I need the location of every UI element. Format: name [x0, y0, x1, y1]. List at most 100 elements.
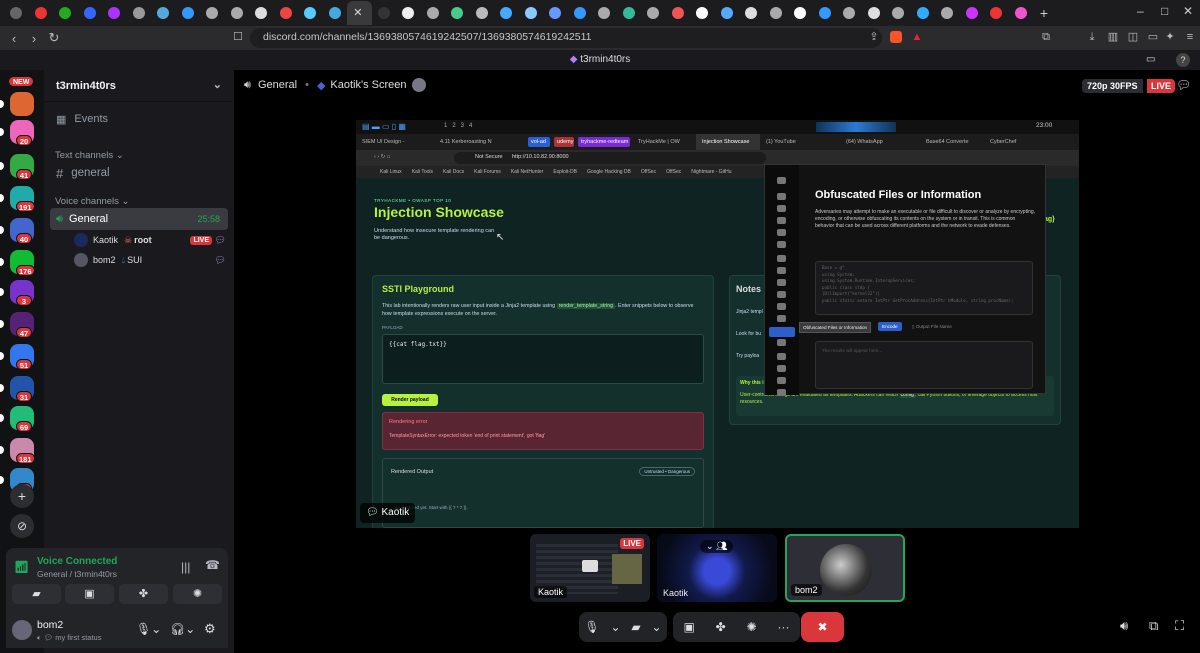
browser-tab[interactable] — [225, 2, 250, 24]
browser-tab[interactable] — [592, 2, 617, 24]
noise-suppression-icon[interactable]: ||| — [181, 560, 190, 574]
browser-tab[interactable] — [1009, 2, 1034, 24]
browser-tab[interactable] — [396, 2, 421, 24]
browser-tab[interactable] — [298, 2, 323, 24]
screen-share-icon[interactable]: ▣ — [683, 620, 694, 634]
browser-tab[interactable] — [421, 2, 446, 24]
browser-tab[interactable] — [739, 2, 764, 24]
activities-icon[interactable]: ✤ — [716, 620, 726, 634]
browser-tab[interactable] — [862, 2, 887, 24]
category-text-channels[interactable]: Text channels ⌄ — [55, 150, 124, 161]
maximize-button[interactable]: □ — [1161, 4, 1168, 18]
headset-icon[interactable]: 🎧︎⌄ — [170, 622, 195, 636]
forward-icon[interactable]: › — [24, 31, 44, 46]
brave-rewards-icon[interactable]: ▲ — [911, 31, 923, 43]
render-payload-button[interactable]: Render payload — [382, 394, 438, 406]
popup-nav-icon[interactable] — [777, 315, 786, 322]
camera-off-button[interactable]: ▰ — [12, 584, 61, 604]
browser-tab[interactable] — [764, 2, 789, 24]
chat-icon[interactable]: 💬︎ — [215, 255, 226, 266]
settings-icon[interactable]: ⚙ — [204, 621, 216, 637]
soundboard-icon[interactable]: ✺ — [747, 620, 757, 634]
browser-tab[interactable] — [323, 2, 348, 24]
share-screen-button[interactable]: ▣ — [65, 584, 114, 604]
channel-general[interactable]: # general — [50, 162, 228, 184]
camera-off-icon[interactable]: ▰ — [631, 620, 640, 634]
browser-tab[interactable] — [176, 2, 201, 24]
browser-tab[interactable] — [470, 2, 495, 24]
download-icon[interactable]: ⤓ — [1086, 31, 1098, 43]
popup-nav-icon[interactable] — [777, 229, 786, 236]
thumb-bom2[interactable]: bom2 — [785, 534, 905, 602]
volume-icon[interactable]: 🔊︎ — [1120, 618, 1128, 634]
share-icon[interactable]: ⇪ — [868, 31, 880, 43]
brave-shield-icon[interactable] — [890, 31, 902, 43]
disconnect-call-button[interactable]: ✖ — [801, 612, 844, 642]
popup-code[interactable]: Base = @" using System; using System.Runti… — [815, 261, 1033, 315]
browser-tab[interactable] — [984, 2, 1009, 24]
back-icon[interactable]: ‹ — [4, 31, 24, 46]
popout-window-icon[interactable]: ⧉ — [1149, 618, 1158, 634]
voice-connected-title[interactable]: Voice Connected — [37, 556, 117, 567]
activities-button[interactable]: ✤ — [119, 584, 168, 604]
browser-tab[interactable] — [151, 2, 176, 24]
popup-nav-icon[interactable] — [777, 279, 786, 286]
browser-tab[interactable] — [886, 2, 911, 24]
leo-icon[interactable]: ✦ — [1164, 31, 1176, 43]
reload-icon[interactable]: ↻ — [44, 30, 64, 46]
chat-toggle-icon[interactable]: 💬︎ — [1176, 78, 1191, 92]
browser-tab[interactable] — [568, 2, 593, 24]
browser-tab[interactable] — [519, 2, 544, 24]
soundboard-button[interactable]: ✺ — [173, 584, 222, 604]
call-channel-name[interactable]: General — [258, 79, 297, 91]
fullscreen-icon[interactable]: ⛶ — [1175, 618, 1184, 634]
browser-tab[interactable] — [445, 2, 470, 24]
chevron-down-icon[interactable]: ⌄ — [651, 620, 661, 634]
add-server-icon[interactable]: + — [10, 484, 34, 508]
voice-channel-general[interactable]: 🔊︎ General 25:58 — [50, 208, 228, 230]
browser-tab[interactable] — [715, 2, 740, 24]
new-tab-button[interactable]: + — [1033, 5, 1055, 21]
popup-nav-icon[interactable] — [769, 327, 795, 337]
browser-tab[interactable] — [4, 2, 29, 24]
popup-nav-icon[interactable] — [777, 205, 786, 212]
events-item[interactable]: ▦ Events — [50, 108, 228, 130]
sidebar-icon[interactable]: ▥ — [1107, 31, 1119, 43]
extensions-icon[interactable]: ⧉ — [1040, 31, 1052, 43]
result-box[interactable]: The results will appear here... — [815, 341, 1033, 389]
voice-user-kaotik[interactable]: Kaotik ☠ root LIVE 💬︎ — [74, 231, 226, 249]
popout-icon[interactable]: ⌄ 👥︎ — [700, 540, 734, 553]
popup-nav-icon[interactable] — [777, 303, 786, 310]
more-icon[interactable]: ··· — [778, 620, 790, 634]
help-icon[interactable]: ? — [1176, 53, 1190, 67]
mic-icon[interactable]: 🎙︎ — [584, 620, 599, 634]
browser-tab[interactable] — [494, 2, 519, 24]
discover-icon[interactable]: ⊘ — [10, 514, 34, 538]
browser-tab[interactable] — [813, 2, 838, 24]
browser-tab[interactable] — [249, 2, 274, 24]
popup-nav-icon[interactable] — [777, 353, 786, 360]
browser-tab[interactable] — [911, 2, 936, 24]
browser-tab[interactable] — [960, 2, 985, 24]
browser-tab[interactable]: ✕ — [347, 1, 372, 25]
popup-nav-icon[interactable] — [777, 365, 786, 372]
chevron-down-icon[interactable]: ⌄ — [213, 78, 222, 91]
browser-tab[interactable] — [690, 2, 715, 24]
bookmark-icon[interactable]: ☐ — [232, 31, 244, 43]
chat-icon[interactable]: 💬︎ — [215, 235, 226, 246]
popup-nav-icon[interactable] — [777, 339, 786, 346]
browser-tab[interactable] — [641, 2, 666, 24]
mic-icon[interactable]: 🎙︎⌄ — [136, 622, 161, 636]
close-window-button[interactable]: ✕ — [1183, 4, 1193, 18]
reader-icon[interactable]: ◫ — [1127, 31, 1139, 43]
popup-nav-icon[interactable] — [777, 177, 786, 184]
category-voice-channels[interactable]: Voice channels ⌄ — [55, 196, 130, 207]
minimize-button[interactable]: – — [1137, 4, 1144, 18]
menu-icon[interactable]: ≡ — [1184, 31, 1196, 43]
browser-tab[interactable] — [543, 2, 568, 24]
browser-tab[interactable] — [200, 2, 225, 24]
browser-tab[interactable] — [274, 2, 299, 24]
popup-nav-icon[interactable] — [777, 267, 786, 274]
browser-tab[interactable] — [372, 2, 397, 24]
popup-nav-icon[interactable] — [777, 291, 786, 298]
